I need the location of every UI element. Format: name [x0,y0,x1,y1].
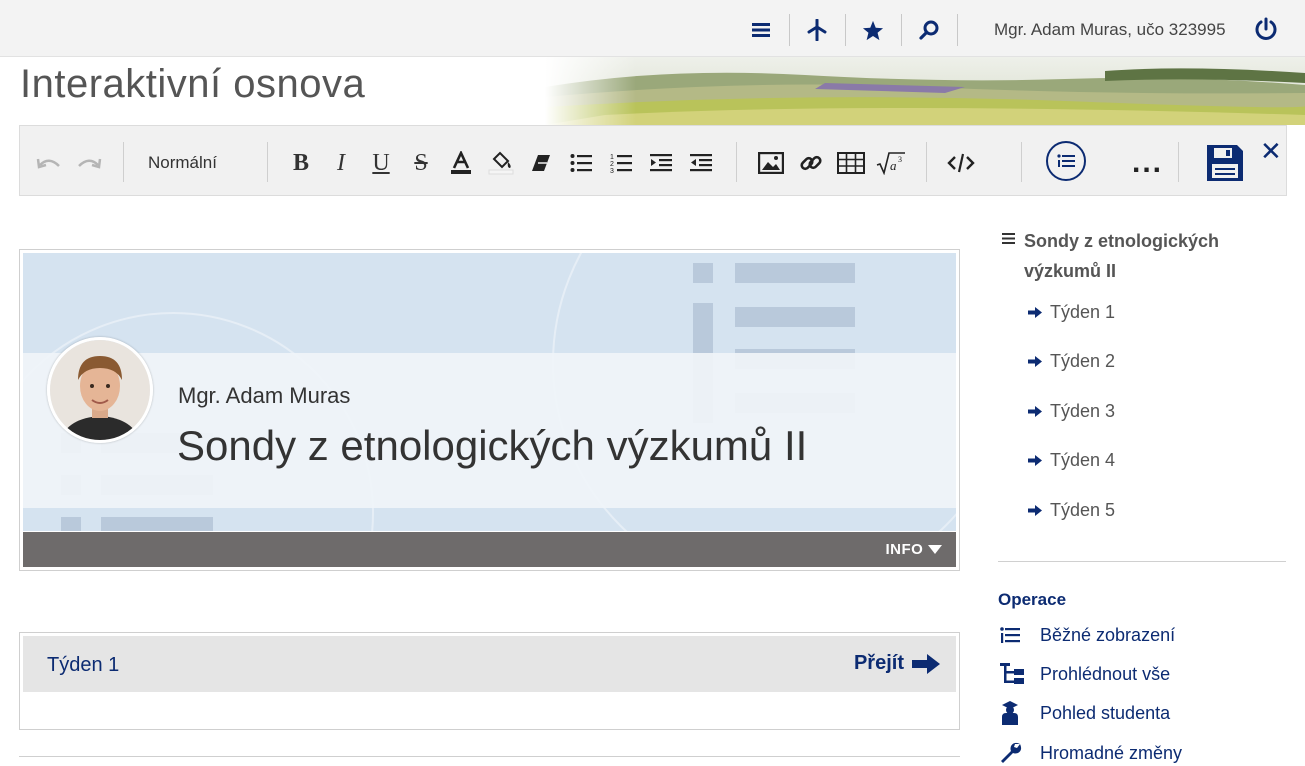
link-icon[interactable] [796,148,826,178]
is-logo-icon[interactable] [789,14,845,46]
bold-icon[interactable]: B [286,148,316,178]
menu-icon[interactable] [733,14,789,46]
toc-item-label: Týden 3 [1050,401,1116,421]
op-browse-all[interactable]: Prohlédnout vše [1000,662,1170,686]
course-title: Sondy z etnologických výzkumů II [177,422,808,469]
search-icon[interactable] [901,14,957,46]
divider [1021,142,1022,182]
outdent-icon[interactable] [686,148,716,178]
divider [736,142,737,182]
toc-item-week-2[interactable]: Týden 2 [1028,351,1115,372]
clear-format-icon[interactable] [526,148,556,178]
toc-item-label: Týden 4 [1050,450,1116,470]
outline-list-icon [1000,623,1040,647]
editor-toolbar: Normální B I U S 123 a3 ... ✕ [19,125,1287,196]
close-icon[interactable]: ✕ [1260,136,1282,167]
teacher-name[interactable]: Mgr. Adam Muras [178,383,350,409]
underline-icon[interactable]: U [366,148,396,178]
avatar [47,337,153,443]
arrow-right-icon [1028,455,1042,466]
toc-item-week-1[interactable]: Týden 1 [1028,302,1115,323]
undo-icon[interactable] [34,148,64,178]
arrow-right-icon [1028,406,1042,417]
page-title: Interaktivní osnova [20,62,366,106]
paragraph-format-select[interactable]: Normální [148,153,217,173]
toc-title-label: Sondy z etnologických výzkumů II [1024,231,1220,281]
divider [957,14,958,46]
info-bar: INFO [23,532,956,567]
op-label: Běžné zobrazení [1040,624,1176,645]
op-student-view[interactable]: Pohled studenta [1000,701,1170,725]
divider [998,561,1286,562]
math-icon[interactable]: a3 [876,148,906,178]
divider [926,142,927,182]
highlight-icon[interactable] [486,148,516,178]
svg-text:2: 2 [610,161,614,168]
toc-item-week-5[interactable]: Týden 5 [1028,500,1115,521]
list-icon [1002,233,1015,244]
week-block: Týden 1 Přejít [19,632,960,730]
caret-down-icon [928,545,942,554]
arrow-right-icon [1028,505,1042,516]
toc-item-label: Týden 2 [1050,351,1116,371]
operations-heading: Operace [998,590,1067,609]
op-label: Hromadné změny [1040,742,1183,763]
divider [1178,142,1179,182]
logout-icon[interactable] [1254,17,1278,41]
wrench-icon [1000,741,1040,765]
svg-text:3: 3 [610,168,614,174]
toc-item-label: Týden 1 [1050,302,1116,322]
tree-icon [1000,662,1040,686]
table-icon[interactable] [836,148,866,178]
user-name[interactable]: Mgr. Adam Muras, učo 323995 [994,20,1226,40]
code-icon[interactable] [946,148,976,178]
course-card: Mgr. Adam Muras Sondy z etnologických vý… [19,249,960,571]
arrow-right-icon [1028,307,1042,318]
go-label: Přejít [853,652,904,674]
top-bar: Mgr. Adam Muras, učo 323995 [0,0,1305,57]
info-toggle[interactable]: INFO [885,541,942,558]
landscape-banner [545,57,1305,125]
svg-text:3: 3 [898,155,902,164]
save-icon[interactable] [1206,144,1244,182]
outline-icon[interactable] [1046,141,1086,181]
divider [267,142,268,182]
op-bulk-changes[interactable]: Hromadné změny [1000,741,1182,765]
indent-icon[interactable] [646,148,676,178]
go-button[interactable]: Přejít [854,652,940,675]
info-label: INFO [885,541,924,558]
toc-item-week-4[interactable]: Týden 4 [1028,450,1115,471]
redo-icon[interactable] [74,148,104,178]
week-header: Týden 1 Přejít [23,636,956,692]
svg-text:a: a [890,158,897,173]
course-hero [23,253,956,531]
image-icon[interactable] [756,148,786,178]
week-title[interactable]: Týden 1 [47,654,119,677]
more-icon[interactable]: ... [1132,146,1163,180]
italic-icon[interactable]: I [326,148,356,178]
numbered-list-icon[interactable]: 123 [606,148,636,178]
week-block-next [19,756,960,766]
arrow-right-icon [912,653,940,674]
toc-item-label: Týden 5 [1050,500,1116,520]
op-label: Pohled studenta [1040,702,1171,723]
strikethrough-icon[interactable]: S [406,148,436,178]
svg-text:1: 1 [610,154,614,161]
bullet-list-icon[interactable] [566,148,596,178]
toc-item-week-3[interactable]: Týden 3 [1028,401,1115,422]
op-label: Prohlédnout vše [1040,663,1171,684]
star-icon[interactable] [845,14,901,46]
divider [123,142,124,182]
text-color-icon[interactable] [446,148,476,178]
arrow-right-icon [1028,356,1042,367]
op-default-view[interactable]: Běžné zobrazení [1000,623,1175,647]
student-icon [1000,701,1040,725]
